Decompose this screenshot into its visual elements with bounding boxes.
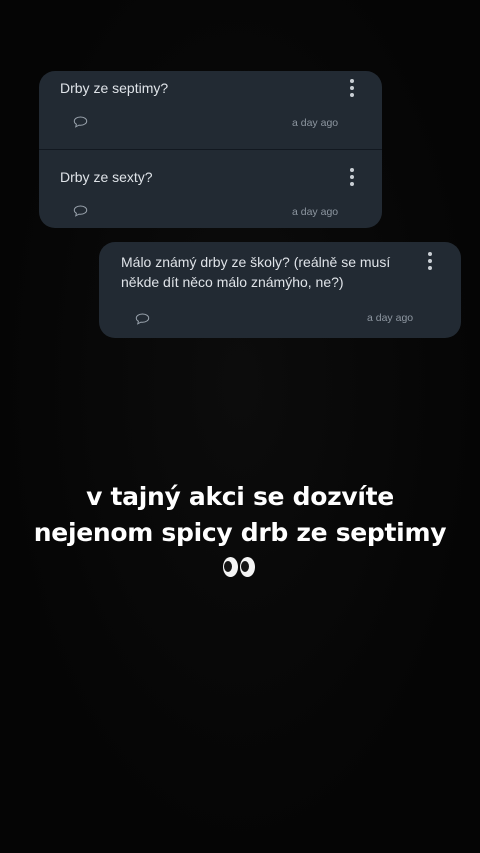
more-options-icon[interactable] [346,168,358,188]
timestamp: a day ago [292,117,339,129]
comment-icon[interactable] [135,313,150,325]
more-options-icon[interactable] [346,79,358,99]
question-card-group: Drby ze septimy? a day ago Drby ze sexty… [39,71,382,228]
question-text-line: Málo známý drby ze školy? (reálně se mus… [121,254,391,270]
question-text-line: někde dít něco málo známýho, ne?) [121,274,344,290]
question-card-school[interactable]: Málo známý drby ze školy? (reálně se mus… [99,242,461,338]
eyes-emoji-icon [223,557,257,579]
card-divider [39,149,382,150]
caption-line-2: nejenom spicy drb ze septimy [33,518,447,547]
comment-icon[interactable] [73,116,88,128]
caption-line-1: v tajný akci se dozvíte [86,482,394,511]
timestamp: a day ago [367,312,414,324]
story-caption: v tajný akci se dozvíte nejenom spicy dr… [0,479,480,589]
question-text: Drby ze sexty? [60,169,153,185]
comment-icon[interactable] [73,205,88,217]
more-options-icon[interactable] [424,252,436,272]
question-text: Drby ze septimy? [60,80,169,96]
timestamp: a day ago [292,206,339,218]
question-text: Málo známý drby ze školy? (reálně se mus… [121,252,390,292]
